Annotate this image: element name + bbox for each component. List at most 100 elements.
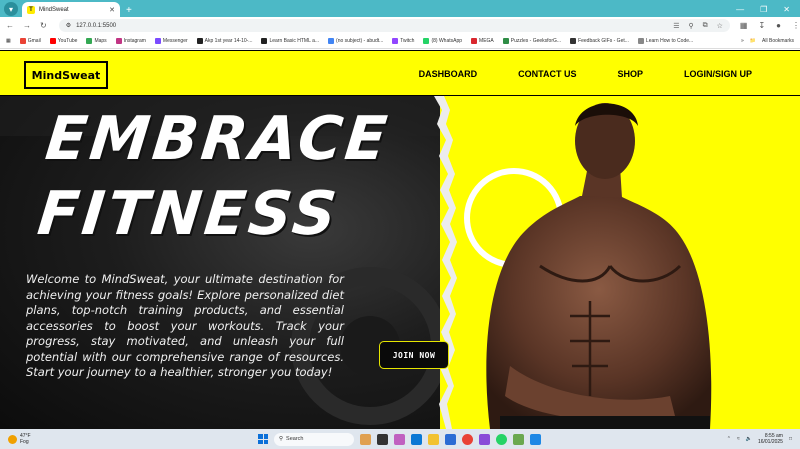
downloads-icon[interactable]: ↧ [758,21,765,30]
bookmark-label: Maps [94,38,107,44]
nav-buttons: ← → ↻ [0,21,47,30]
new-tab-icon[interactable]: + [126,5,132,16]
apps-grid-icon[interactable]: ▦ [6,38,11,44]
task-view-icon[interactable] [377,433,388,445]
hero-dark-panel: EMBRACE FITNESS Welcome to MindSweat, yo… [0,96,445,429]
bookmark-label: (8) WhatsApp [431,38,463,44]
bookmark-favicon-icon [471,38,478,44]
system-tray: ⌃ ≈ 🔈 8:55 am 16/01/2025 □ [727,433,792,445]
all-bookmarks[interactable]: » 📁 All Bookmarks [741,38,800,44]
notifications-icon[interactable]: □ [789,436,792,442]
bookmark-favicon-icon [328,38,335,44]
bookmark-item[interactable]: Akp 1st year 14-10-... [196,38,253,44]
tray-chevron-icon[interactable]: ⌃ [727,436,731,442]
bookmark-favicon-icon [115,38,122,44]
edge-icon[interactable] [411,433,422,445]
close-tab-icon[interactable]: ✕ [109,6,115,14]
bookmark-item[interactable]: (8) WhatsApp [423,38,462,44]
tab-favicon: T [27,5,35,14]
toolbar-right: ▦ ↧ ● ⋮ [740,21,800,30]
start-icon[interactable] [258,434,268,444]
hero-headline: EMBRACE FITNESS [34,102,393,252]
nav-contact-us[interactable]: CONTACT US [518,69,576,79]
clock[interactable]: 8:55 am 16/01/2025 [758,433,783,445]
bookmark-favicon-icon [49,38,56,44]
nav-shop[interactable]: SHOP [617,69,643,79]
url-text[interactable]: 127.0.0.1:5500 [76,23,673,29]
weather-desc: Fog [20,439,29,445]
extensions-icon[interactable]: ▦ [740,21,748,30]
bookmark-item[interactable]: Puzzles - GeeksforG... [502,38,562,44]
bookmark-favicon-icon [196,38,203,44]
bookmark-favicon-icon [261,38,268,44]
all-bookmarks-label[interactable]: All Bookmarks [762,38,794,44]
file-explorer-icon[interactable] [428,433,439,445]
zoom-icon[interactable]: ⚲ [688,22,693,30]
tab-title: MindSweat [39,6,69,13]
copilot-icon[interactable] [394,433,405,445]
omnibox-actions: ☰ ⚲ ⧉ ☆ [673,22,723,30]
bookmark-item[interactable]: Gmail [19,38,41,44]
translate-icon[interactable]: ☰ [673,22,679,30]
address-bar: ← → ↻ ⚙ 127.0.0.1:5500 ☰ ⚲ ⧉ ☆ ▦ ↧ ● ⋮ [0,17,800,34]
share-icon[interactable]: ⧉ [703,22,708,30]
back-icon[interactable]: ← [6,21,14,30]
bookmark-item[interactable]: Feedback GIFs - Get... [570,38,629,44]
bookmark-item[interactable]: Twitch [392,38,414,44]
chevron-right-icon[interactable]: » [741,38,744,44]
bookmark-favicon-icon [423,38,430,44]
tab-search-icon[interactable]: ▾ [4,2,18,16]
bookmark-favicon-icon [154,38,161,44]
restore-icon[interactable]: ❐ [760,5,767,14]
bookmark-label: (no subject) - abudt... [336,38,384,44]
bookmark-favicon-icon [392,38,399,44]
join-now-button[interactable]: JOIN NOW [379,341,449,369]
bookmark-label: Gmail [27,38,41,44]
headline-line-2: FITNESS [34,179,343,249]
widgets-icon[interactable] [360,433,371,445]
vscode-icon[interactable] [530,433,541,445]
store-icon[interactable] [445,433,456,445]
bookmark-item[interactable]: Messenger [154,38,188,44]
nav-login-signup[interactable]: LOGIN/SIGN UP [684,69,752,79]
weather-widget[interactable]: 47°F Fog [0,433,120,445]
bookmark-item[interactable]: Instagram [115,38,146,44]
bookmark-item[interactable]: MEGA [471,38,494,44]
bookmark-item[interactable]: Learn How to Code... [637,38,693,44]
browser-tab[interactable]: T MindSweat ✕ [22,2,120,17]
app-icon[interactable] [513,433,524,445]
bookmark-item[interactable]: Maps [86,38,107,44]
bookmark-label: Puzzles - GeeksforG... [510,38,562,44]
bookmark-item[interactable]: (no subject) - abudt... [328,38,383,44]
reload-icon[interactable]: ↻ [40,21,47,30]
forward-icon[interactable]: → [23,21,31,30]
hero-description: Welcome to MindSweat, your ultimate dest… [26,272,344,379]
bookmark-label: Feedback GIFs - Get... [578,38,629,44]
bookmark-label: Instagram [123,38,146,44]
bookmark-item[interactable]: YouTube [49,38,77,44]
web-page: MindSweat DASHBOARD CONTACT US SHOP LOGI… [0,50,800,429]
site-info-icon[interactable]: ⚙ [66,22,71,29]
bookmark-star-icon[interactable]: ☆ [717,22,723,30]
visual-studio-icon[interactable] [479,433,490,445]
minimize-icon[interactable]: — [736,5,744,14]
torn-paper-edge [434,96,460,429]
close-window-icon[interactable]: ✕ [783,5,790,14]
search-placeholder: Search [286,436,304,442]
chrome-icon[interactable] [462,433,473,445]
volume-icon[interactable]: 🔈 [746,436,752,442]
taskbar-search[interactable]: ⚲ Search [274,432,354,446]
bookmark-item[interactable]: Learn Basic HTML a... [261,38,319,44]
nav-dashboard[interactable]: DASHBOARD [419,69,478,79]
bookmark-label: Twitch [400,38,415,44]
site-logo[interactable]: MindSweat [24,61,108,89]
wifi-icon[interactable]: ≈ [737,436,740,442]
omnibox[interactable]: ⚙ 127.0.0.1:5500 ☰ ⚲ ⧉ ☆ [58,19,730,32]
profile-icon[interactable]: ● [776,21,781,30]
bookmark-favicon-icon [19,38,26,44]
menu-icon[interactable]: ⋮ [792,21,800,30]
bookmark-label: Akp 1st year 14-10-... [204,38,253,44]
weather-icon [8,434,17,444]
window-controls: — ❐ ✕ [736,5,800,17]
whatsapp-icon[interactable] [496,433,507,445]
